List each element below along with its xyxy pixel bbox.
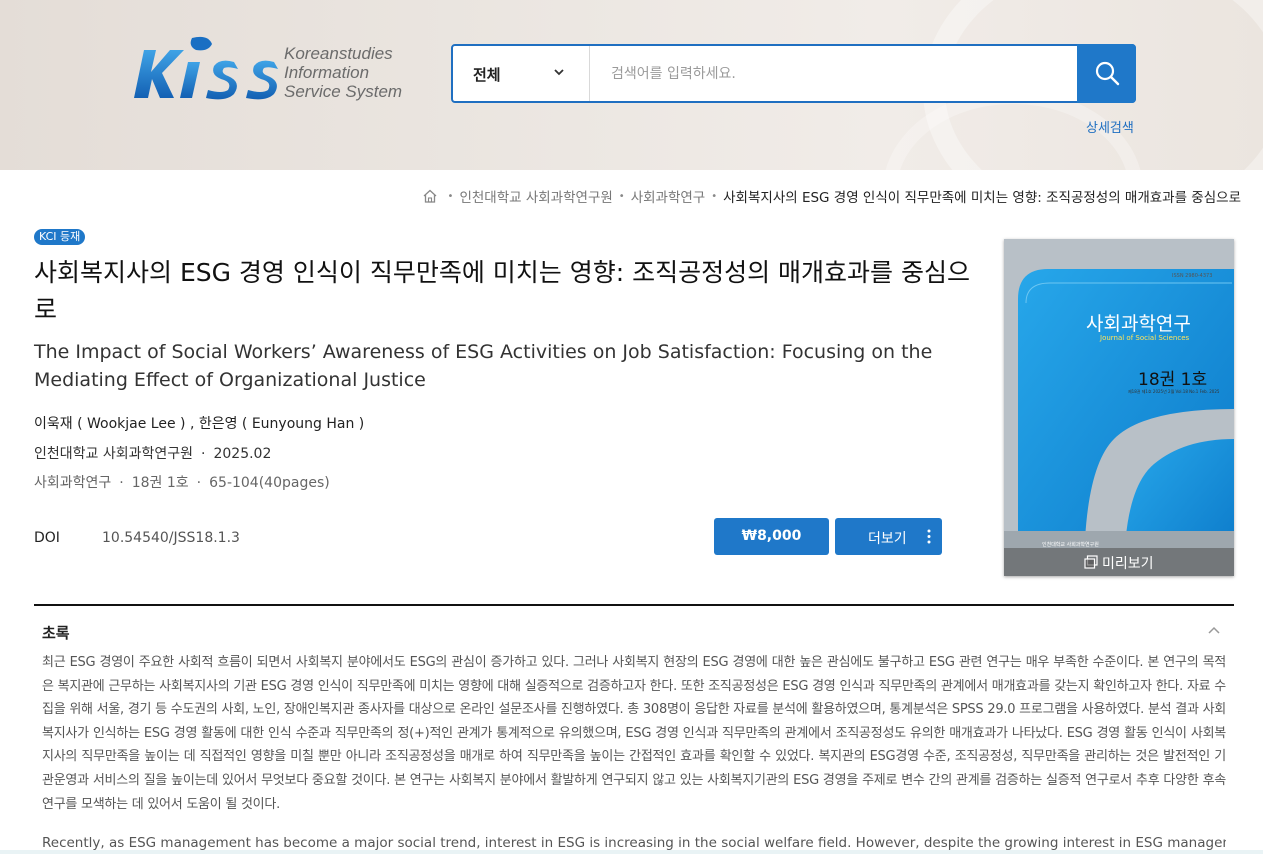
volume-issue[interactable]: 18권 1호 bbox=[132, 475, 189, 491]
article-authors[interactable]: 이욱재 ( Wookjae Lee ) , 한은영 ( Eunyoung Han… bbox=[34, 413, 364, 433]
publication-date: 2025.02 bbox=[213, 446, 272, 462]
search-scope-label: 전체 bbox=[473, 66, 501, 84]
chevron-down-icon bbox=[554, 69, 564, 76]
page-range: 65-104(40pages) bbox=[209, 475, 330, 491]
dot-separator: · bbox=[196, 475, 202, 491]
chevron-up-icon[interactable] bbox=[1207, 625, 1221, 635]
logo-text-line: Information bbox=[284, 63, 370, 82]
preview-button[interactable]: 미리보기 bbox=[1004, 548, 1234, 576]
purchase-button[interactable]: ₩8,000 bbox=[714, 518, 829, 555]
cover-title: 사회과학연구 bbox=[1086, 313, 1191, 335]
cover-issn: ISSN 2980-4373 bbox=[1172, 273, 1213, 279]
kiss-logo-mark bbox=[134, 36, 278, 100]
breadcrumb-item-current: 사회복지사의 ESG 경영 인식이 직무만족에 미치는 영향: 조직공정성의 매… bbox=[723, 190, 1241, 206]
publisher-name[interactable]: 인천대학교 사회과학연구원 bbox=[34, 446, 193, 462]
logo-text-line: Koreanstudies bbox=[284, 44, 393, 63]
search-input[interactable] bbox=[591, 46, 1077, 101]
breadcrumb-separator: • bbox=[447, 190, 454, 202]
kci-badge: KCI 등재 bbox=[34, 229, 86, 245]
preview-icon bbox=[1084, 555, 1098, 569]
home-icon[interactable] bbox=[422, 188, 438, 204]
kiss-logo[interactable]: Koreanstudies Information Service System bbox=[130, 30, 410, 105]
kebab-menu-icon bbox=[927, 529, 931, 544]
cover-volume: 18권 1호 bbox=[1138, 370, 1208, 390]
journal-cover[interactable]: ISSN 2980-4373 사회과학연구 Journal of Social … bbox=[1004, 239, 1234, 576]
search-bar: 전체 bbox=[451, 44, 1136, 103]
search-button[interactable] bbox=[1077, 44, 1136, 103]
bottom-bar bbox=[0, 850, 1263, 854]
abstract-korean: 최근 ESG 경영이 주요한 사회적 흐름이 되면서 사회복지 분야에서도 ES… bbox=[42, 655, 1226, 812]
logo-text-line: Service System bbox=[284, 82, 403, 101]
breadcrumb: • 인천대학교 사회과학연구원 • 사회과학연구 • 사회복지사의 ESG 경영… bbox=[422, 186, 1241, 206]
breadcrumb-separator: • bbox=[618, 190, 625, 202]
journal-name[interactable]: 사회과학연구 bbox=[34, 475, 111, 491]
search-scope-select[interactable]: 전체 bbox=[453, 46, 590, 101]
dot-separator: · bbox=[201, 446, 206, 462]
publication-info: 인천대학교 사회과학연구원 · 2025.02 bbox=[34, 443, 271, 463]
logo-text: Koreanstudies Information Service System bbox=[284, 44, 402, 101]
cover-small-text: 제18권 제1호 2025년 2월 Vol.18 No.1 Feb. 2025 bbox=[1128, 389, 1220, 394]
breadcrumb-item-institute[interactable]: 인천대학교 사회과학연구원 bbox=[459, 186, 612, 206]
more-button-label: 더보기 bbox=[868, 531, 907, 547]
breadcrumb-separator: • bbox=[711, 190, 718, 202]
abstract-title: 초록 bbox=[42, 624, 70, 642]
search-icon bbox=[1095, 61, 1120, 86]
doi-label: DOI bbox=[34, 530, 60, 546]
advanced-search-link[interactable]: 상세검색 bbox=[1086, 117, 1134, 136]
preview-label: 미리보기 bbox=[1102, 556, 1154, 572]
breadcrumb-item-journal[interactable]: 사회과학연구 bbox=[631, 186, 706, 206]
volume-info: 사회과학연구 · 18권 1호 · 65-104(40pages) bbox=[34, 472, 330, 492]
article-title-ko: 사회복지사의 ESG 경영 인식이 직무만족에 미치는 영향: 조직공정성의 매… bbox=[34, 258, 970, 324]
cover-subtitle: Journal of Social Sciences bbox=[1100, 334, 1190, 342]
section-divider bbox=[34, 604, 1234, 606]
site-header: Koreanstudies Information Service System… bbox=[0, 0, 1263, 170]
more-button[interactable]: 더보기 bbox=[835, 518, 942, 555]
cover-artwork bbox=[1004, 239, 1234, 576]
cover-publisher: 인천대학교 사회과학연구원 bbox=[1042, 542, 1099, 548]
doi-value[interactable]: 10.54540/JSS18.1.3 bbox=[102, 530, 240, 546]
article-title-en: The Impact of Social Workers’ Awareness … bbox=[34, 341, 933, 391]
dot-separator: · bbox=[119, 475, 124, 491]
